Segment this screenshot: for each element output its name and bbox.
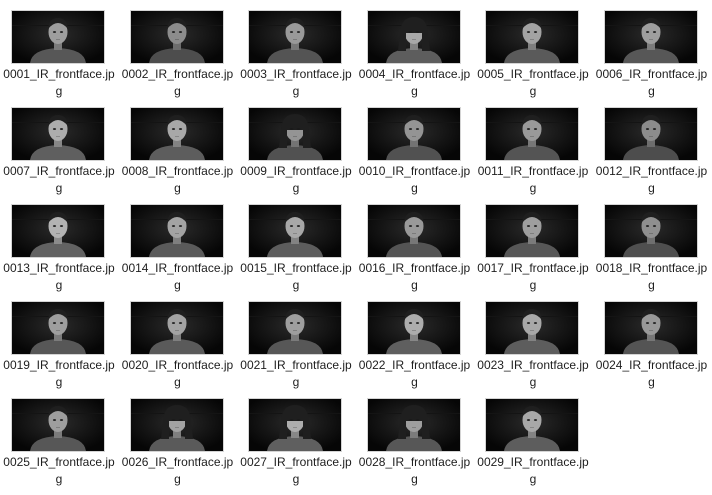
- file-item[interactable]: 0004_IR_frontface.jpg: [359, 11, 471, 105]
- file-item[interactable]: 0010_IR_frontface.jpg: [359, 108, 471, 202]
- file-name-label: 0017_IR_frontface.jpg: [477, 261, 589, 292]
- file-thumbnail-image: [130, 205, 223, 257]
- file-thumbnail-image: [12, 205, 104, 257]
- file-name-label: 0029_IR_frontface.jpg: [477, 455, 589, 486]
- file-item[interactable]: 0029_IR_frontface.jpg: [477, 399, 589, 493]
- file-item[interactable]: 0002_IR_frontface.jpg: [122, 11, 234, 105]
- file-thumbnail-image: [367, 205, 460, 257]
- file-item[interactable]: 0009_IR_frontface.jpg: [240, 108, 352, 202]
- file-name-label: 0005_IR_frontface.jpg: [477, 67, 589, 98]
- file-thumbnail-image: [249, 11, 341, 63]
- file-item[interactable]: 0020_IR_frontface.jpg: [122, 302, 234, 396]
- file-item[interactable]: 0015_IR_frontface.jpg: [240, 205, 352, 299]
- file-name-label: 0008_IR_frontface.jpg: [121, 164, 234, 195]
- file-thumbnail-image: [249, 302, 341, 354]
- file-item[interactable]: 0026_IR_frontface.jpg: [122, 399, 234, 493]
- file-thumbnail-image: [486, 108, 578, 160]
- file-name-label: 0020_IR_frontface.jpg: [121, 358, 234, 389]
- file-name-label: 0021_IR_frontface.jpg: [240, 358, 352, 389]
- file-thumbnail-image: [486, 11, 578, 63]
- file-thumbnail-image: [367, 11, 460, 63]
- file-item[interactable]: 0013_IR_frontface.jpg: [3, 205, 115, 299]
- file-thumbnail-image: [604, 108, 697, 160]
- file-name-label: 0019_IR_frontface.jpg: [3, 358, 115, 389]
- file-name-label: 0016_IR_frontface.jpg: [358, 261, 471, 292]
- file-name-label: 0001_IR_frontface.jpg: [3, 67, 115, 98]
- file-thumbnail-image: [12, 108, 104, 160]
- file-item[interactable]: 0007_IR_frontface.jpg: [3, 108, 115, 202]
- file-item[interactable]: 0021_IR_frontface.jpg: [240, 302, 352, 396]
- file-thumbnail-image: [367, 108, 460, 160]
- file-name-label: 0014_IR_frontface.jpg: [121, 261, 234, 292]
- file-name-label: 0027_IR_frontface.jpg: [240, 455, 352, 486]
- file-name-label: 0028_IR_frontface.jpg: [358, 455, 471, 486]
- file-thumbnail-image: [249, 399, 341, 451]
- file-item[interactable]: 0025_IR_frontface.jpg: [3, 399, 115, 493]
- file-thumbnail-image: [604, 205, 697, 257]
- file-name-label: 0018_IR_frontface.jpg: [595, 261, 708, 292]
- file-name-label: 0013_IR_frontface.jpg: [3, 261, 115, 292]
- file-name-label: 0024_IR_frontface.jpg: [595, 358, 708, 389]
- file-item[interactable]: 0008_IR_frontface.jpg: [122, 108, 234, 202]
- file-name-label: 0003_IR_frontface.jpg: [240, 67, 352, 98]
- file-name-label: 0009_IR_frontface.jpg: [240, 164, 352, 195]
- file-name-label: 0004_IR_frontface.jpg: [358, 67, 471, 98]
- file-item[interactable]: 0027_IR_frontface.jpg: [240, 399, 352, 493]
- file-item[interactable]: 0011_IR_frontface.jpg: [477, 108, 589, 202]
- file-thumbnail-image: [130, 108, 223, 160]
- file-name-label: 0015_IR_frontface.jpg: [240, 261, 352, 292]
- file-thumbnail-image: [486, 399, 578, 451]
- file-item[interactable]: 0017_IR_frontface.jpg: [477, 205, 589, 299]
- file-item[interactable]: 0014_IR_frontface.jpg: [122, 205, 234, 299]
- file-name-label: 0022_IR_frontface.jpg: [358, 358, 471, 389]
- file-thumbnail-image: [604, 11, 697, 63]
- file-name-label: 0023_IR_frontface.jpg: [477, 358, 589, 389]
- file-name-label: 0026_IR_frontface.jpg: [121, 455, 234, 486]
- file-item[interactable]: 0018_IR_frontface.jpg: [596, 205, 708, 299]
- file-item[interactable]: 0003_IR_frontface.jpg: [240, 11, 352, 105]
- file-item[interactable]: 0001_IR_frontface.jpg: [3, 11, 115, 105]
- file-thumbnail-image: [12, 11, 104, 63]
- file-name-label: 0025_IR_frontface.jpg: [3, 455, 115, 486]
- file-thumbnail-image: [12, 399, 104, 451]
- file-thumbnail-image: [367, 302, 460, 354]
- file-item[interactable]: 0019_IR_frontface.jpg: [3, 302, 115, 396]
- file-item[interactable]: 0022_IR_frontface.jpg: [359, 302, 471, 396]
- file-name-label: 0012_IR_frontface.jpg: [595, 164, 708, 195]
- file-item[interactable]: 0023_IR_frontface.jpg: [477, 302, 589, 396]
- file-name-label: 0007_IR_frontface.jpg: [3, 164, 115, 195]
- file-item[interactable]: 0012_IR_frontface.jpg: [596, 108, 708, 202]
- file-item[interactable]: 0024_IR_frontface.jpg: [596, 302, 708, 396]
- file-thumbnail-image: [604, 302, 697, 354]
- file-name-label: 0010_IR_frontface.jpg: [358, 164, 471, 195]
- file-name-label: 0006_IR_frontface.jpg: [595, 67, 708, 98]
- file-thumbnail-image: [486, 205, 578, 257]
- file-thumbnail-image: [130, 399, 223, 451]
- file-thumbnail-grid: 0001_IR_frontface.jpg 0002_IR_frontface.j…: [0, 0, 712, 495]
- file-thumbnail-image: [12, 302, 104, 354]
- file-item[interactable]: 0016_IR_frontface.jpg: [359, 205, 471, 299]
- file-thumbnail-image: [486, 302, 578, 354]
- file-item[interactable]: 0028_IR_frontface.jpg: [359, 399, 471, 493]
- file-thumbnail-image: [367, 399, 460, 451]
- file-thumbnail-image: [249, 205, 341, 257]
- file-thumbnail-image: [130, 11, 223, 63]
- file-name-label: 0002_IR_frontface.jpg: [121, 67, 234, 98]
- file-item[interactable]: 0005_IR_frontface.jpg: [477, 11, 589, 105]
- file-name-label: 0011_IR_frontface.jpg: [477, 164, 589, 195]
- file-thumbnail-image: [130, 302, 223, 354]
- file-thumbnail-image: [249, 108, 341, 160]
- file-item[interactable]: 0006_IR_frontface.jpg: [596, 11, 708, 105]
